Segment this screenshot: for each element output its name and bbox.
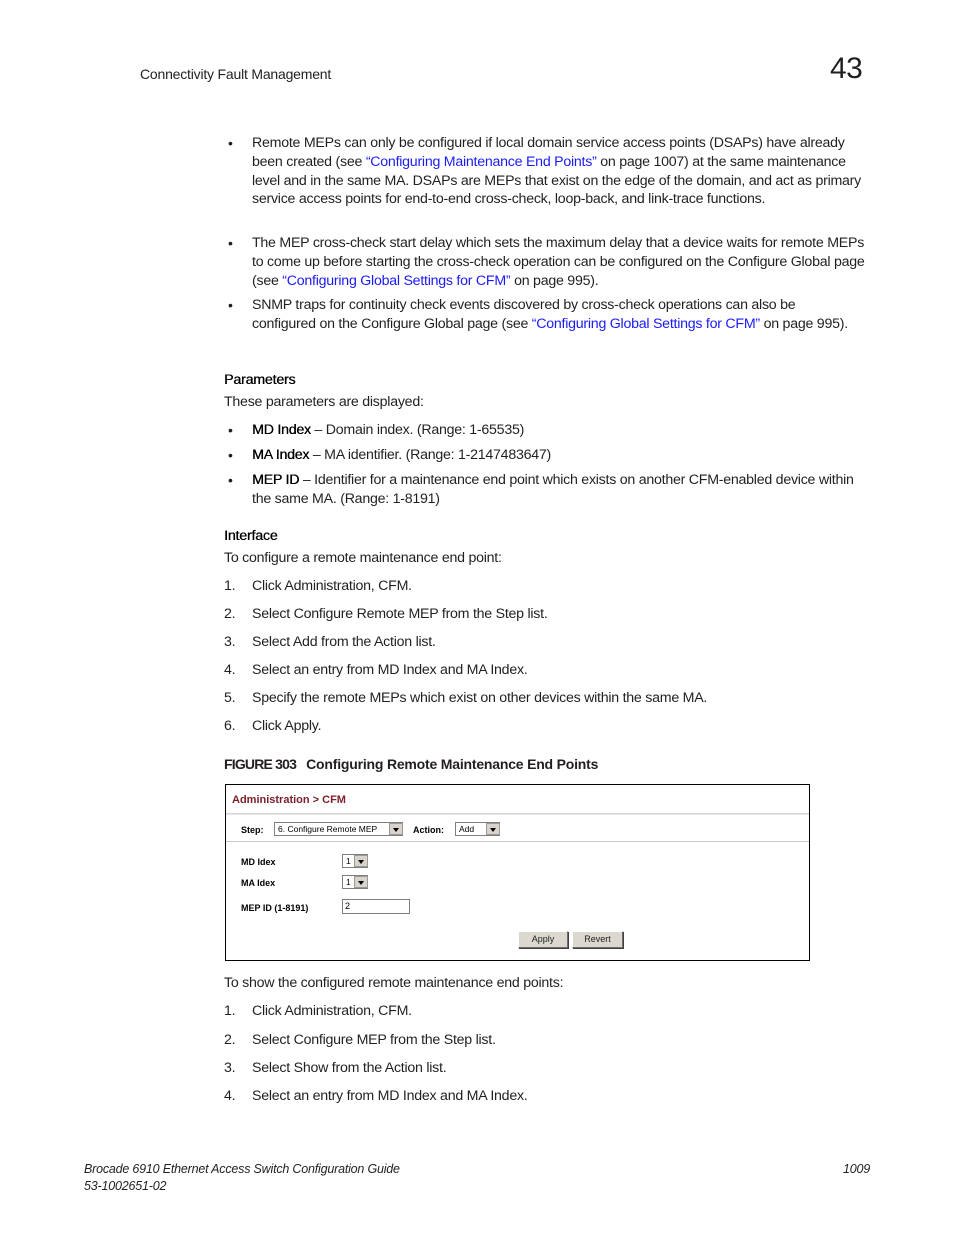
bullet-icon: • bbox=[228, 447, 233, 463]
bullet-icon: • bbox=[228, 235, 233, 251]
bullet-icon: • bbox=[228, 135, 233, 151]
parameter-description: – MA identifier. (Range: 1-2147483647) bbox=[309, 447, 552, 463]
parameter-term: MD Index bbox=[252, 422, 311, 438]
running-header-section-title: Connectivity Fault Management bbox=[140, 66, 332, 82]
step-number: 4. bbox=[224, 1088, 236, 1104]
text-run: on page 995). bbox=[759, 315, 849, 332]
mep-id-label: MEP ID (1-8191) bbox=[241, 903, 309, 913]
apply-button[interactable]: Apply bbox=[518, 931, 568, 948]
step-text: Specify the remote MEPs which exist on o… bbox=[252, 690, 708, 706]
toolbar-divider bbox=[226, 841, 809, 842]
step-text: Select an entry from MD Index and MA Ind… bbox=[252, 662, 528, 678]
step-number: 1. bbox=[224, 1003, 236, 1019]
step-number: 2. bbox=[224, 1032, 236, 1048]
bullet-icon: • bbox=[228, 297, 233, 313]
cross-reference-link[interactable]: “Configuring Global Settings for CFM” bbox=[282, 273, 510, 289]
bullet-icon: • bbox=[228, 472, 233, 488]
mep-id-input[interactable]: 2 bbox=[342, 899, 410, 914]
md-index-value: 1 bbox=[346, 856, 351, 866]
step-text: Select Configure MEP from the Step list. bbox=[252, 1032, 496, 1048]
step-text: Select an entry from MD Index and MA Ind… bbox=[252, 1088, 528, 1104]
parameters-intro: These parameters are displayed: bbox=[224, 394, 424, 410]
parameters-heading: Parameters bbox=[224, 372, 296, 388]
ma-index-value: 1 bbox=[346, 877, 351, 887]
chevron-down-icon[interactable] bbox=[354, 855, 368, 867]
revert-button[interactable]: Revert bbox=[572, 931, 623, 948]
step-text: Click Administration, CFM. bbox=[252, 578, 412, 594]
step-text: Click Administration, CFM. bbox=[252, 1003, 412, 1019]
step-text: Select Show from the Action list. bbox=[252, 1060, 447, 1076]
chevron-down-icon[interactable] bbox=[486, 823, 500, 835]
parameter-description: – Identifier for a maintenance end point… bbox=[252, 472, 854, 507]
figure-screenshot-panel: Administration > CFM Step: 6. Configure … bbox=[225, 784, 810, 961]
action-label: Action: bbox=[413, 825, 444, 835]
cross-reference-link[interactable]: “Configuring Maintenance End Points” bbox=[366, 154, 597, 170]
footer-page-number: 1009 bbox=[843, 1162, 871, 1176]
show-intro: To show the configured remote maintenanc… bbox=[224, 975, 564, 991]
interface-heading: Interface bbox=[224, 528, 278, 544]
figure-caption: FIGURE 303 Configuring Remote Maintenance… bbox=[224, 756, 598, 772]
parameter-term: MA Index bbox=[252, 447, 310, 463]
action-select-value: Add bbox=[459, 824, 475, 834]
parameter-description: – Domain index. (Range: 1-65535) bbox=[310, 422, 525, 438]
footer-guide-title: Brocade 6910 Ethernet Access Switch Conf… bbox=[84, 1162, 400, 1176]
step-number: 4. bbox=[224, 662, 236, 678]
footer-doc-number: 53-1002651-02 bbox=[84, 1179, 167, 1193]
bullet-text: The MEP cross-check start delay which se… bbox=[252, 234, 872, 290]
step-select[interactable]: 6. Configure Remote MEP bbox=[274, 822, 403, 836]
step-number: 5. bbox=[224, 690, 236, 706]
chevron-down-icon[interactable] bbox=[354, 876, 368, 888]
step-text: Click Apply. bbox=[252, 718, 322, 734]
header-divider bbox=[226, 813, 809, 815]
step-number: 3. bbox=[224, 634, 236, 650]
md-index-select[interactable]: 1 bbox=[342, 854, 368, 868]
interface-intro: To configure a remote maintenance end po… bbox=[224, 550, 502, 566]
step-text: Select Add from the Action list. bbox=[252, 634, 436, 650]
action-select[interactable]: Add bbox=[455, 822, 500, 836]
step-number: 2. bbox=[224, 606, 236, 622]
figure-label: FIGURE 303 bbox=[224, 756, 297, 772]
chevron-down-icon[interactable] bbox=[389, 823, 403, 835]
md-index-label: MD Idex bbox=[241, 857, 276, 867]
ma-index-label: MA Idex bbox=[241, 878, 276, 888]
step-number: 6. bbox=[224, 718, 236, 734]
step-number: 3. bbox=[224, 1060, 236, 1076]
figure-title: Configuring Remote Maintenance End Point… bbox=[306, 756, 599, 772]
parameter-term: MEP ID bbox=[252, 472, 300, 488]
ma-index-select[interactable]: 1 bbox=[342, 875, 368, 889]
chapter-number: 43 bbox=[830, 52, 863, 85]
text-run: on page 995). bbox=[510, 272, 599, 289]
step-text: Select Configure Remote MEP from the Ste… bbox=[252, 606, 548, 622]
bullet-text: Remote MEPs can only be configured if lo… bbox=[252, 134, 872, 209]
cross-reference-link[interactable]: “Configuring Global Settings for CFM” bbox=[532, 316, 760, 332]
bullet-icon: • bbox=[228, 422, 233, 438]
breadcrumb: Administration > CFM bbox=[232, 794, 346, 806]
step-number: 1. bbox=[224, 578, 236, 594]
step-label: Step: bbox=[241, 825, 264, 835]
step-select-value: 6. Configure Remote MEP bbox=[278, 824, 378, 834]
bullet-text: SNMP traps for continuity check events d… bbox=[252, 296, 852, 334]
mep-id-value: 2 bbox=[345, 901, 351, 911]
